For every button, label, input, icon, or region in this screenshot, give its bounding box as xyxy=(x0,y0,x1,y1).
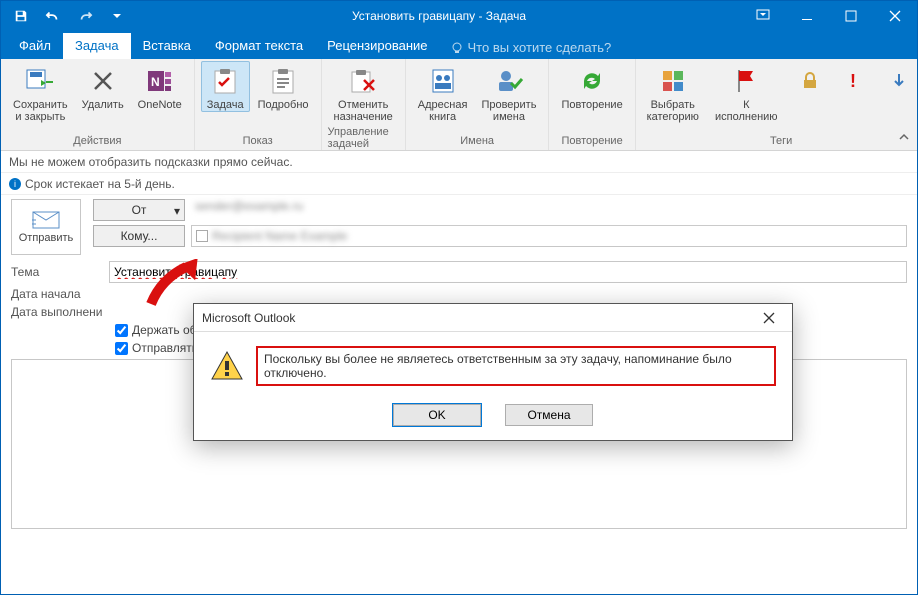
group-tags: Выбрать категорию К исполнению ! Теги xyxy=(636,59,918,150)
recurrence-button[interactable]: Повторение xyxy=(555,61,628,112)
title-bar: Установить гравицапу - Задача xyxy=(1,1,917,31)
task-view-icon xyxy=(209,65,241,97)
ribbon: Сохранить и закрыть Удалить NOneNote Дей… xyxy=(1,59,917,151)
send-status-checkbox[interactable] xyxy=(115,342,128,355)
importance-high-icon: ! xyxy=(839,65,871,97)
dialog-ok-button[interactable]: OK xyxy=(393,404,481,426)
lock-icon xyxy=(794,65,826,97)
maximize-icon[interactable] xyxy=(829,1,873,31)
dialog-titlebar: Microsoft Outlook xyxy=(194,304,792,332)
window-controls xyxy=(741,1,917,31)
address-book-button[interactable]: Адресная книга xyxy=(412,61,474,124)
importance-low-icon xyxy=(883,65,915,97)
tab-format[interactable]: Формат текста xyxy=(203,33,315,59)
to-field[interactable]: Recipient Name Example xyxy=(191,225,907,247)
ribbon-tabs: Файл Задача Вставка Формат текста Реценз… xyxy=(1,31,917,59)
onenote-icon: N xyxy=(144,65,176,97)
to-button[interactable]: Кому... xyxy=(93,225,185,247)
send-button[interactable]: Отправить xyxy=(11,199,81,255)
lightbulb-icon xyxy=(450,41,464,55)
importance-high-button[interactable]: ! xyxy=(833,61,876,98)
dialog-title: Microsoft Outlook xyxy=(202,311,295,325)
quick-access-toolbar xyxy=(1,4,137,28)
dialog-cancel-button[interactable]: Отмена xyxy=(505,404,593,426)
svg-text:N: N xyxy=(151,75,160,89)
check-names-icon xyxy=(493,65,525,97)
tell-me-search[interactable]: Что вы хотите сделать? xyxy=(440,36,622,59)
categorize-icon xyxy=(657,65,689,97)
group-recurrence: Повторение Повторение xyxy=(549,59,635,150)
categorize-button[interactable]: Выбрать категорию xyxy=(642,61,704,124)
infobar-due: iСрок истекает на 5-й день. xyxy=(1,173,917,195)
onenote-button[interactable]: NOneNote xyxy=(132,61,188,112)
info-icon: i xyxy=(9,178,21,190)
svg-text:!: ! xyxy=(850,71,856,91)
cancel-assignment-button[interactable]: Отменить назначение xyxy=(328,61,399,124)
infobar-tips: Мы не можем отобразить подсказки прямо с… xyxy=(1,151,917,173)
save-close-button[interactable]: Сохранить и закрыть xyxy=(7,61,74,124)
group-names: Адресная книга Проверить имена Имена xyxy=(406,59,550,150)
due-date-label: Дата выполнени xyxy=(11,305,103,319)
qat-dropdown-icon[interactable] xyxy=(103,4,131,28)
tell-me-placeholder: Что вы хотите сделать? xyxy=(468,40,612,55)
close-icon[interactable] xyxy=(873,1,917,31)
from-button[interactable]: От▾ xyxy=(93,199,185,221)
private-button[interactable] xyxy=(789,61,832,98)
ribbon-options-icon[interactable] xyxy=(741,1,785,31)
tab-task[interactable]: Задача xyxy=(63,33,131,59)
delete-button[interactable]: Удалить xyxy=(76,61,130,112)
tab-review[interactable]: Рецензирование xyxy=(315,33,439,59)
dialog-close-button[interactable] xyxy=(754,307,784,329)
followup-button[interactable]: К исполнению xyxy=(706,61,787,124)
save-icon[interactable] xyxy=(7,4,35,28)
details-icon xyxy=(267,65,299,97)
task-view-button[interactable]: Задача xyxy=(201,61,250,112)
cancel-assignment-icon xyxy=(347,65,379,97)
save-close-icon xyxy=(24,65,56,97)
subject-label: Тема xyxy=(11,265,103,279)
flag-icon xyxy=(730,65,762,97)
from-field[interactable]: sender@example.ru xyxy=(191,199,907,221)
importance-low-button[interactable] xyxy=(878,61,918,98)
minimize-icon[interactable] xyxy=(785,1,829,31)
group-actions: Сохранить и закрыть Удалить NOneNote Дей… xyxy=(1,59,195,150)
dialog-message: Поскольку вы более не являетесь ответств… xyxy=(256,346,776,386)
subject-field[interactable] xyxy=(109,261,907,283)
send-icon xyxy=(32,211,60,229)
keep-updated-checkbox[interactable] xyxy=(115,324,128,337)
group-manage-task: Отменить назначение Управление задачей xyxy=(322,59,406,150)
tab-insert[interactable]: Вставка xyxy=(131,33,203,59)
undo-icon[interactable] xyxy=(39,4,67,28)
tab-file[interactable]: Файл xyxy=(7,33,63,59)
warning-icon xyxy=(210,349,244,383)
recurrence-icon xyxy=(576,65,608,97)
details-button[interactable]: Подробно xyxy=(252,61,315,112)
group-show: Задача Подробно Показ xyxy=(195,59,322,150)
check-names-button[interactable]: Проверить имена xyxy=(475,61,542,124)
redo-icon[interactable] xyxy=(71,4,99,28)
start-date-label: Дата начала xyxy=(11,287,103,301)
collapse-ribbon-icon[interactable] xyxy=(895,128,913,146)
message-dialog: Microsoft Outlook Поскольку вы более не … xyxy=(193,303,793,441)
address-book-icon xyxy=(427,65,459,97)
window-title: Установить гравицапу - Задача xyxy=(137,9,741,23)
delete-icon xyxy=(87,65,119,97)
